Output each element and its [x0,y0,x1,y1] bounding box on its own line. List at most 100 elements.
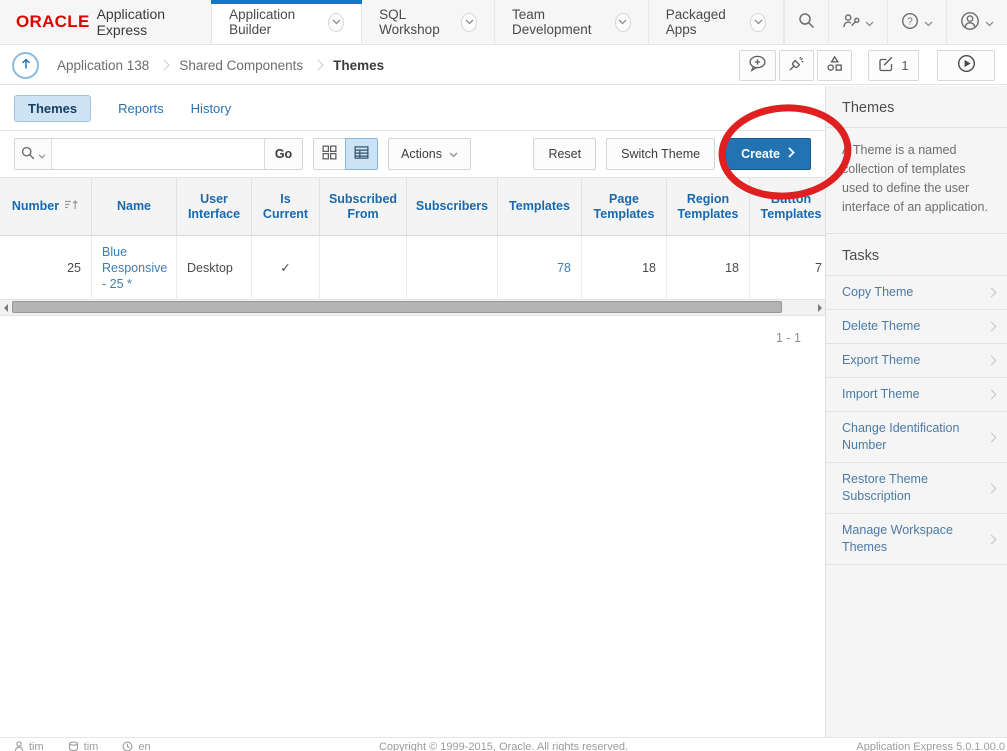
top-header: ORACLE Application Express Application B… [0,0,1007,45]
feedback-button[interactable] [739,50,776,81]
go-button[interactable]: Go [264,139,302,169]
task-delete-theme[interactable]: Delete Theme [826,310,1007,344]
breadcrumb-bar: Application 138 Shared Components Themes 1 [0,46,1007,85]
cell-button-templates: 7 [750,236,825,300]
oracle-logo[interactable]: ORACLE Application Express [0,0,211,44]
top-nav-tabs: Application BuilderSQL WorkshopTeam Deve… [211,0,784,44]
cell-link-name[interactable]: Blue Responsive - 25 * [102,244,167,292]
administration-button[interactable] [828,0,887,44]
svg-text:?: ? [907,16,913,27]
help-button[interactable]: ? [887,0,946,44]
breadcrumb-item-application-138[interactable]: Application 138 [48,58,158,73]
cell-page-templates: 18 [582,236,667,300]
column-header-subscribers[interactable]: Subscribers [407,178,498,236]
column-header-subscribed-from[interactable]: Subscribed From [320,178,407,236]
cell-link-templates[interactable]: 78 [557,260,571,276]
page-tabs: Themes Reports History [0,86,825,131]
top-tab-application-builder[interactable]: Application Builder [212,0,362,44]
right-sidebar: Themes A Theme is a named collection of … [825,86,1007,737]
cell-number: 25 [0,236,92,300]
report-view-button[interactable] [345,138,378,170]
view-toggle [313,138,378,170]
chevron-down-icon [924,15,933,30]
switch-theme-button[interactable]: Switch Theme [606,138,715,170]
search-icon [21,146,35,163]
search-bar: Go [14,138,303,170]
task-restore-theme-subscription[interactable]: Restore Theme Subscription [826,463,1007,514]
themes-report-table: NumberNameUser InterfaceIs CurrentSubscr… [0,177,825,300]
version-label: Application Express 5.0.1.00.0 [856,741,1005,751]
main-region: Themes Reports History Go [0,86,825,737]
search-button[interactable] [784,0,828,44]
chevron-right-icon [987,534,997,544]
flashlight-icon [788,55,805,75]
column-header-button-templates[interactable]: Button Templates [750,178,825,236]
tasks-title: Tasks [826,234,1007,276]
edit-page-button[interactable]: 1 [868,50,919,81]
column-header-templates[interactable]: Templates [498,178,582,236]
shared-components-button[interactable] [817,50,852,81]
chevron-right-icon [987,322,997,332]
edit-page-icon [878,55,895,75]
create-button[interactable]: Create [725,138,811,170]
column-header-name[interactable]: Name [92,178,177,236]
chevron-down-icon [38,147,46,162]
actions-menu-button[interactable]: Actions [388,138,471,170]
column-header-number[interactable]: Number [0,178,92,236]
cell-templates: 78 [498,236,582,300]
cell-subscribed-from [320,236,407,300]
column-header-page-templates[interactable]: Page Templates [582,178,667,236]
icon-view-button[interactable] [313,138,346,170]
tab-reports[interactable]: Reports [118,101,164,116]
cell-user-interface: Desktop [177,236,252,300]
chevron-right-icon [987,483,997,493]
task-copy-theme[interactable]: Copy Theme [826,276,1007,310]
help-icon: ? [901,12,919,33]
top-tab-sql-workshop[interactable]: SQL Workshop [362,0,495,44]
tasks-list: Copy ThemeDelete ThemeExport ThemeImport… [826,276,1007,565]
pagination-label: 1 - 1 [0,316,825,345]
footer-bar: tim tim en Copyright © 1999-2015, Oracle… [0,737,1007,751]
toolbar-right-buttons: Reset Switch Theme Create [533,138,811,170]
column-header-user-interface[interactable]: User Interface [177,178,252,236]
search-input[interactable] [52,139,264,169]
search-scope-button[interactable] [15,139,52,169]
chevron-down-icon [449,147,458,161]
breadcrumb-item-themes: Themes [324,58,393,73]
cell-region-templates: 18 [667,236,750,300]
chevron-right-icon [987,390,997,400]
header-icon-buttons: ? [784,0,1007,44]
task-manage-workspace-themes[interactable]: Manage Workspace Themes [826,514,1007,565]
run-application-button[interactable] [937,50,995,81]
tab-history[interactable]: History [191,101,231,116]
breadcrumb-separator [159,59,170,70]
account-button[interactable] [946,0,1007,44]
chevron-down-icon [985,15,994,30]
reset-button[interactable]: Reset [533,138,596,170]
chevron-down-circle-icon [328,13,344,32]
scrollbar-thumb[interactable] [12,301,782,313]
shapes-icon [826,55,843,75]
task-export-theme[interactable]: Export Theme [826,344,1007,378]
chevron-right-icon [987,288,997,298]
search-icon [798,12,815,32]
top-tab-packaged-apps[interactable]: Packaged Apps [649,0,784,44]
chevron-down-circle-icon [615,13,631,32]
scroll-left-arrow[interactable] [0,300,11,315]
cell-name: Blue Responsive - 25 * [92,236,177,300]
horizontal-scrollbar[interactable] [0,300,825,316]
cell-subscribers [407,236,498,300]
column-header-is-current[interactable]: Is Current [252,178,320,236]
sort-ascending-icon [64,199,79,214]
task-import-theme[interactable]: Import Theme [826,378,1007,412]
column-header-region-templates[interactable]: Region Templates [667,178,750,236]
page-action-buttons: 1 [739,50,995,81]
scroll-right-arrow[interactable] [814,300,825,315]
spotlight-button[interactable] [779,50,814,81]
tab-themes[interactable]: Themes [14,95,91,122]
breadcrumb-item-shared-components[interactable]: Shared Components [170,58,312,73]
edit-page-number: 1 [901,58,908,73]
top-tab-team-development[interactable]: Team Development [495,0,649,44]
task-change-identification-number[interactable]: Change Identification Number [826,412,1007,463]
up-level-button[interactable] [12,52,39,79]
